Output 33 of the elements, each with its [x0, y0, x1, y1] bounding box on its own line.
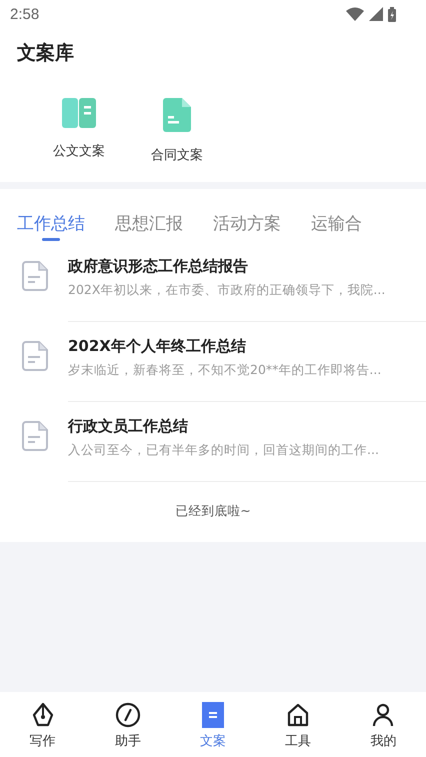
category-tab[interactable]: 活动方案 — [213, 189, 281, 243]
document-icon — [22, 341, 48, 371]
page-title: 文案库 — [17, 41, 75, 66]
article-title[interactable]: 政府意识形态工作总结报告 — [68, 257, 426, 276]
nav-tab[interactable]: 写作 — [12, 692, 73, 757]
document-icon — [202, 702, 224, 728]
article-title[interactable]: 202X年个人年终工作总结 — [68, 337, 426, 356]
article-title[interactable]: 行政文员工作总结 — [68, 417, 426, 436]
nav-tab[interactable]: 助手 — [98, 692, 158, 757]
article-excerpt: 入公司至今，已有半年多的时间，回首这期间的工作... — [68, 442, 380, 459]
article-excerpt: 岁末临近，新春将至，不知不觉20**年的工作即将告... — [68, 362, 382, 379]
category-button[interactable]: 合同文案 — [138, 98, 216, 164]
battery-icon — [388, 6, 396, 22]
list-end-text: 已经到底啦~ — [174, 502, 252, 520]
category-tab[interactable]: 思想汇报 — [115, 189, 183, 243]
status-time: 2:58 — [10, 6, 40, 22]
nav-tab[interactable]: 工具 — [268, 692, 328, 757]
category-tab[interactable]: 工作总结 — [17, 189, 85, 243]
document-icon — [22, 421, 48, 451]
document-icon — [22, 261, 48, 291]
book-icon — [62, 98, 96, 128]
pen-nib-icon — [30, 702, 55, 728]
user-icon — [371, 702, 396, 728]
signal-icon — [369, 7, 383, 21]
category-tab[interactable]: 运输合 — [311, 189, 362, 243]
nav-tab[interactable]: 文案 — [182, 692, 243, 757]
wifi-icon — [346, 7, 364, 21]
document-icon — [163, 98, 191, 132]
house-icon — [286, 702, 310, 728]
article-excerpt: 202X年初以来，在市委、市政府的正确领导下，我院... — [68, 282, 386, 299]
nav-tab[interactable]: 我的 — [353, 692, 414, 757]
compass-icon — [114, 702, 141, 728]
category-button[interactable]: 公文文案 — [40, 98, 118, 164]
